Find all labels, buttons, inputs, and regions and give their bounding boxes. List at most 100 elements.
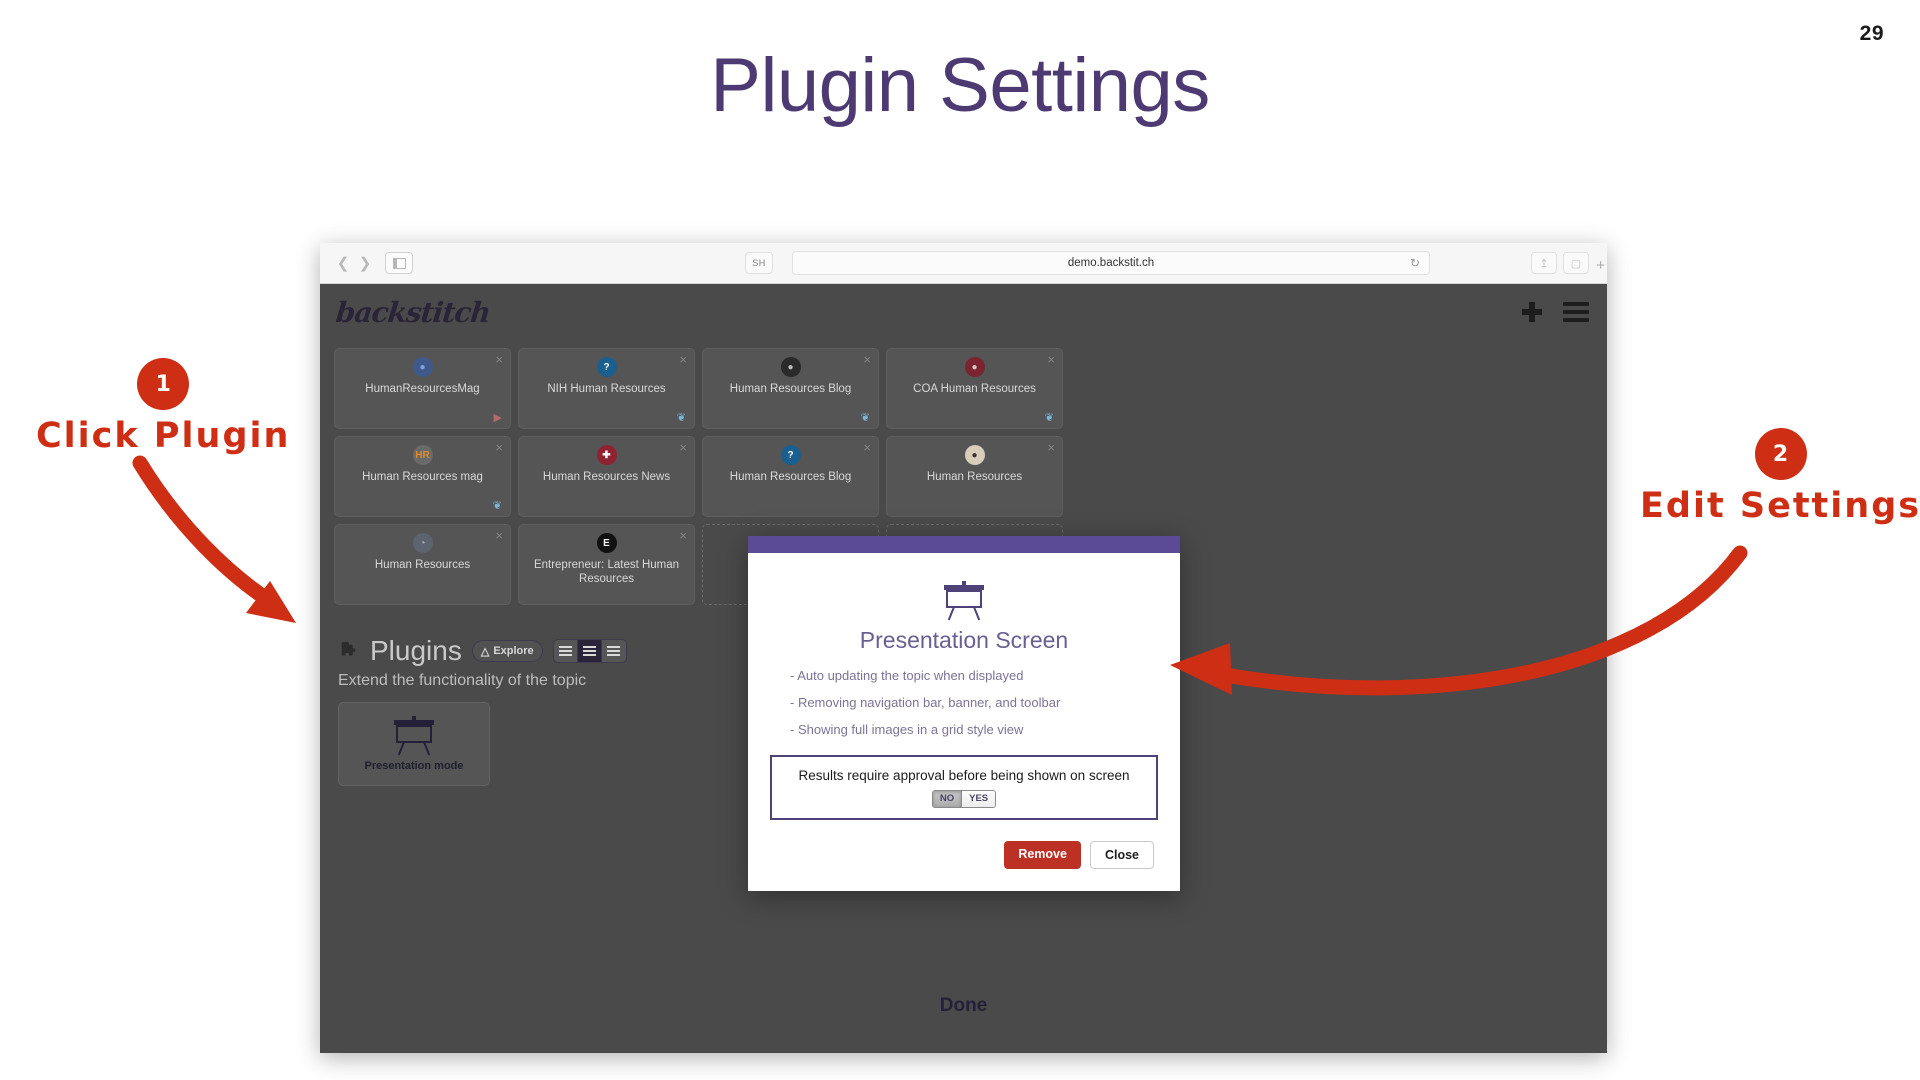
hamburger-menu-icon[interactable]	[1563, 302, 1589, 322]
plugin-card-presentation-mode[interactable]: Presentation mode	[338, 702, 490, 786]
plugins-heading: Plugins	[370, 635, 462, 666]
source-icon: ❦	[1044, 412, 1054, 424]
topic-card-title: Human Resources	[926, 471, 1023, 483]
topic-card-title: Entrepreneur: Latest Human Resources	[533, 559, 680, 586]
avatar: ◔	[412, 533, 433, 553]
annotation-badge: 1	[137, 358, 190, 410]
avatar: ●	[964, 445, 985, 465]
topic-card[interactable]: ? Human Resources Blog ×	[702, 436, 879, 517]
setting-label: Results require approval before being sh…	[798, 768, 1130, 783]
setting-approval-row: Results require approval before being sh…	[770, 755, 1158, 820]
topic-card[interactable]: E Entrepreneur: Latest Human Resources ×	[518, 524, 695, 605]
close-icon[interactable]: ×	[679, 440, 687, 455]
explore-label: Explore	[493, 645, 534, 657]
url-text: demo.backstit.ch	[1067, 257, 1155, 269]
approval-toggle[interactable]: NO YES	[931, 790, 997, 808]
close-icon[interactable]: ×	[495, 352, 503, 367]
forward-icon[interactable]: ❯	[355, 251, 375, 275]
plugins-subheading: Extend the functionality of the topic	[338, 672, 587, 689]
view-mode-card-view[interactable]	[577, 640, 602, 662]
annotation-arrow-2	[1170, 545, 1748, 696]
topic-card-title: HumanResourcesMag	[365, 383, 480, 395]
source-icon: ▶	[493, 412, 502, 424]
plugin-card-label: Presentation mode	[364, 760, 464, 772]
modal-feature-item: - Removing navigation bar, banner, and t…	[790, 695, 1061, 710]
toggle-option-no[interactable]: NO	[932, 791, 963, 807]
share-icon[interactable]: ↥	[1531, 252, 1557, 274]
browser-nav-group: ❮ ❯	[333, 251, 413, 275]
topic-card-title: Human Resources Blog	[729, 471, 852, 483]
avatar: ?	[780, 445, 801, 465]
topic-card-title: Human Resources mag	[362, 471, 483, 483]
annotation-badge: 2	[1754, 428, 1807, 480]
avatar: E	[596, 533, 617, 553]
topic-card-title: Human Resources News	[542, 471, 671, 483]
modal-feature-list: - Auto updating the topic when displayed…	[770, 668, 1158, 749]
slide-canvas: 29 Plugin Settings ❮ ❯ SH demo.backstit.…	[0, 0, 1920, 1080]
source-icon: ❦	[492, 500, 502, 512]
topic-card[interactable]: ● Human Resources Blog × ❦	[702, 348, 879, 429]
annotation-arrow-1	[132, 455, 296, 623]
topic-card[interactable]: ? NIH Human Resources × ❦	[518, 348, 695, 429]
close-icon[interactable]: ×	[863, 352, 871, 367]
modal-body: Presentation Screen - Auto updating the …	[748, 553, 1180, 749]
app-header: backstitch	[320, 284, 1607, 340]
remove-button[interactable]: Remove	[1004, 841, 1081, 869]
tabs-icon[interactable]: ▢	[1563, 252, 1589, 274]
presentation-screen-icon	[941, 581, 987, 621]
modal-accent-bar	[748, 536, 1180, 553]
address-bar[interactable]: demo.backstit.ch ↻	[792, 251, 1430, 275]
topic-card[interactable]: ✚ Human Resources News ×	[518, 436, 695, 517]
avatar: HR	[412, 445, 433, 465]
modal-feature-item: - Auto updating the topic when displayed	[790, 668, 1024, 683]
puzzle-piece-icon	[338, 640, 360, 662]
done-button[interactable]: Done	[320, 995, 1607, 1017]
sidebar-toggle-icon[interactable]	[385, 252, 413, 274]
new-tab-icon[interactable]: +	[1596, 257, 1605, 274]
app-header-icons	[1521, 301, 1589, 323]
close-icon[interactable]: ×	[495, 528, 503, 543]
topic-card-title: NIH Human Resources	[547, 383, 666, 395]
modal-feature-item: - Showing full images in a grid style vi…	[790, 722, 1024, 737]
browser-toolbar: ❮ ❯ SH demo.backstit.ch ↻ ↥ ▢ +	[320, 243, 1607, 284]
annotation-step-2: 2 Edit Settings	[1640, 428, 1920, 526]
source-icon: ❦	[860, 412, 870, 424]
topic-card-title: Human Resources Blog	[729, 383, 852, 395]
avatar: ✚	[596, 445, 617, 465]
annotation-label: Click Plugin	[36, 416, 291, 456]
close-button[interactable]: Close	[1089, 841, 1154, 869]
modal-title: Presentation Screen	[859, 627, 1069, 653]
close-icon[interactable]: ×	[495, 440, 503, 455]
view-mode-group	[552, 639, 627, 663]
topic-card[interactable]: ● HumanResourcesMag × ▶	[334, 348, 511, 429]
plus-icon[interactable]	[1521, 301, 1543, 323]
plugin-settings-modal: Presentation Screen - Auto updating the …	[748, 536, 1180, 891]
browser-right-buttons: ↥ ▢	[1531, 252, 1589, 274]
topic-card[interactable]: ● COA Human Resources × ❦	[886, 348, 1063, 429]
topic-card[interactable]: HR Human Resources mag × ❦	[334, 436, 511, 517]
topic-card[interactable]: ◔ Human Resources ×	[334, 524, 511, 605]
app-logo: backstitch	[334, 295, 492, 329]
reload-icon[interactable]: ↻	[1410, 256, 1420, 270]
close-icon[interactable]: ×	[1047, 352, 1055, 367]
annotation-step-1: 1 Click Plugin	[36, 358, 290, 456]
avatar: ●	[964, 357, 985, 377]
annotation-label: Edit Settings	[1640, 486, 1920, 526]
modal-actions: Remove Close	[1004, 841, 1154, 869]
topic-card[interactable]: ● Human Resources ×	[886, 436, 1063, 517]
shortcut-button[interactable]: SH	[745, 252, 773, 274]
explore-button[interactable]: △ Explore	[471, 640, 543, 662]
view-mode-list-view[interactable]	[553, 640, 578, 662]
close-icon[interactable]: ×	[1047, 440, 1055, 455]
toggle-option-yes[interactable]: YES	[962, 791, 996, 807]
view-mode-compact-view[interactable]	[601, 640, 626, 662]
topic-card-title: Human Resources	[374, 559, 471, 571]
close-icon[interactable]: ×	[679, 352, 687, 367]
presentation-screen-icon	[391, 716, 437, 756]
avatar: ●	[780, 357, 801, 377]
back-icon[interactable]: ❮	[333, 251, 353, 275]
close-icon[interactable]: ×	[863, 440, 871, 455]
close-icon[interactable]: ×	[679, 528, 687, 543]
source-icon: ❦	[676, 412, 686, 424]
topic-card-title: COA Human Resources	[913, 383, 1036, 395]
